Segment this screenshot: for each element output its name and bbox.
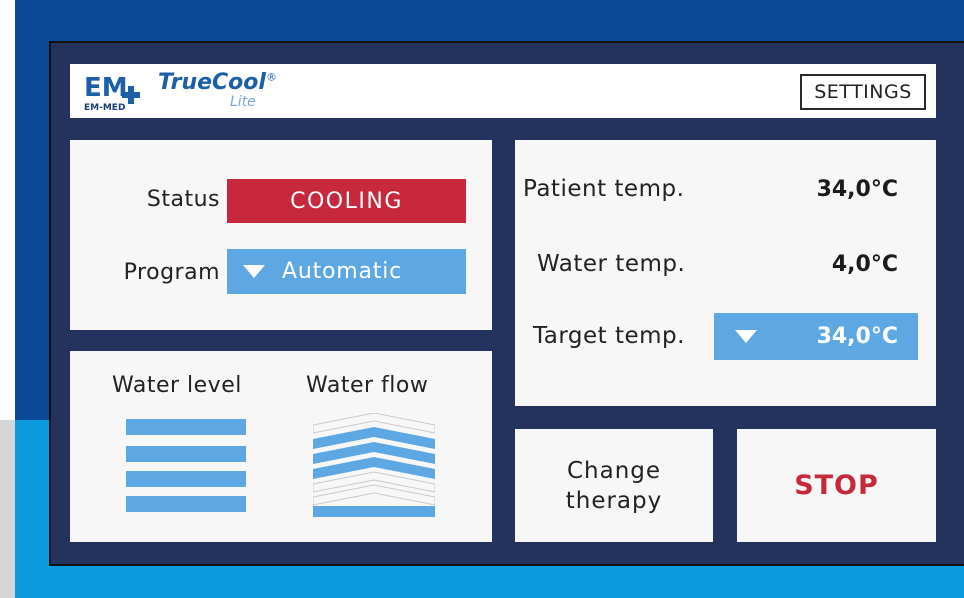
registered-mark: ® bbox=[265, 70, 277, 84]
change-therapy-line2: therapy bbox=[565, 487, 663, 514]
water-temp-label: Water temp. bbox=[537, 251, 686, 277]
water-level-bar bbox=[126, 419, 246, 435]
water-level-indicator bbox=[126, 419, 246, 519]
water-flow-label: Water flow bbox=[306, 373, 429, 398]
water-level-bar bbox=[126, 471, 246, 487]
target-temp-value: 34,0°C bbox=[816, 324, 898, 349]
program-value: Automatic bbox=[282, 259, 403, 284]
em-med-logo: EM EM-MED bbox=[84, 73, 140, 113]
status-label: Status bbox=[146, 187, 220, 212]
water-flow-indicator bbox=[313, 413, 435, 517]
svg-text:EM: EM bbox=[84, 73, 128, 103]
temperatures-panel: Patient temp. 34,0°C Water temp. 4,0°C T… bbox=[515, 140, 936, 406]
change-therapy-label: Change therapy bbox=[515, 429, 713, 542]
change-therapy-line1: Change bbox=[566, 457, 662, 484]
background-gray-strip bbox=[0, 420, 15, 598]
header-bar: EM EM-MED TrueCool® Lite SETTINGS bbox=[70, 64, 936, 118]
stop-label: STOP bbox=[794, 470, 879, 501]
change-therapy-button[interactable]: Change therapy bbox=[515, 429, 713, 542]
flow-base-bar bbox=[313, 506, 435, 517]
brand-edition: Lite bbox=[230, 94, 256, 110]
patient-temp-value: 34,0°C bbox=[816, 177, 898, 202]
water-temp-value: 4,0°C bbox=[831, 252, 898, 277]
status-panel: Status COOLING Program Automatic bbox=[70, 140, 492, 330]
water-level-bar bbox=[126, 446, 246, 462]
target-temp-label: Target temp. bbox=[533, 323, 685, 349]
status-badge: COOLING bbox=[227, 179, 466, 223]
target-temp-dropdown[interactable]: 34,0°C bbox=[714, 313, 918, 360]
program-dropdown[interactable]: Automatic bbox=[227, 249, 466, 294]
program-label: Program bbox=[123, 260, 220, 285]
settings-button[interactable]: SETTINGS bbox=[800, 74, 926, 110]
dropdown-arrow-icon bbox=[735, 330, 757, 343]
stop-button[interactable]: STOP bbox=[737, 429, 936, 542]
water-level-bar bbox=[126, 496, 246, 512]
levels-panel: Water level Water flow bbox=[70, 351, 492, 542]
patient-temp-label: Patient temp. bbox=[523, 176, 685, 202]
brand-name-text: TrueCool bbox=[158, 70, 266, 95]
brand-name: TrueCool® bbox=[158, 70, 277, 95]
logo-text: EM-MED bbox=[84, 103, 125, 113]
dropdown-arrow-icon bbox=[243, 265, 265, 278]
water-level-label: Water level bbox=[112, 373, 242, 398]
